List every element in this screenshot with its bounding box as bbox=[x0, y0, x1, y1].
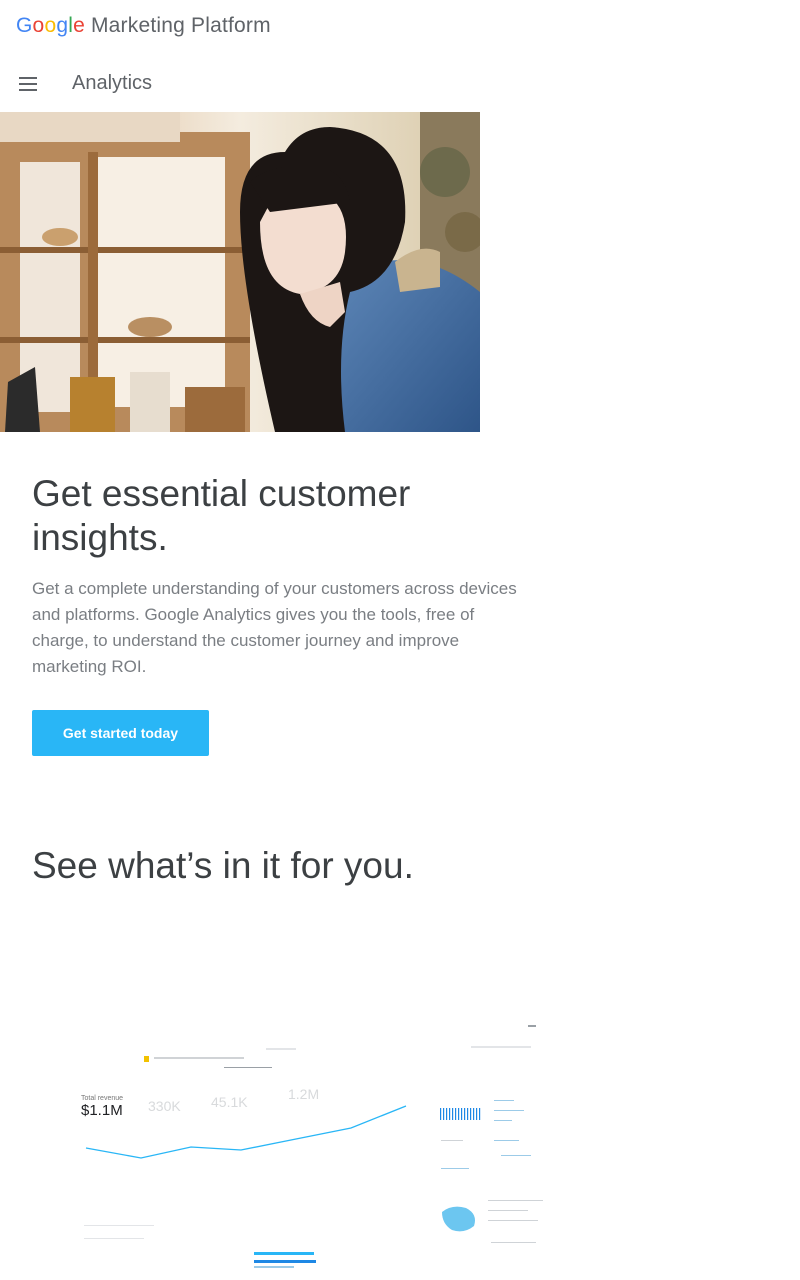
logo-letter: g bbox=[56, 14, 69, 37]
top-bar: Google Marketing Platform bbox=[0, 0, 800, 56]
hero-image bbox=[0, 112, 480, 432]
get-started-button[interactable]: Get started today bbox=[32, 710, 209, 756]
google-marketing-platform-logo[interactable]: Google Marketing Platform bbox=[16, 14, 271, 38]
product-nav-bar: Analytics bbox=[0, 56, 800, 112]
logo-letter: G bbox=[16, 14, 33, 37]
logo-letter: o bbox=[32, 14, 45, 37]
brand-suffix: Marketing Platform bbox=[90, 14, 271, 37]
product-title: Analytics bbox=[72, 72, 153, 94]
intro-body: Get a complete understanding of your cus… bbox=[32, 579, 517, 676]
dashboard-preview-graphic bbox=[84, 1025, 543, 1268]
dashboard-preview: Total revenue $1.1M 330K 45.1K 1.2M bbox=[76, 1020, 566, 1280]
kpi-faint-value: 330K bbox=[148, 1098, 181, 1114]
hamburger-menu-icon[interactable] bbox=[12, 70, 44, 98]
kpi-faint-value: 1.2M bbox=[288, 1086, 320, 1102]
kpi-value: $1.1M bbox=[81, 1102, 123, 1119]
kpi-faint-value: 45.1K bbox=[211, 1094, 248, 1110]
logo-letter: o bbox=[44, 14, 57, 37]
kpi-label: Total revenue bbox=[81, 1095, 124, 1102]
intro-headline: Get essential customer insights. bbox=[32, 473, 411, 558]
hero-photo-illustration bbox=[0, 112, 480, 432]
section-headline: See what’s in it for you. bbox=[32, 845, 414, 886]
logo-letter: e bbox=[73, 14, 85, 37]
